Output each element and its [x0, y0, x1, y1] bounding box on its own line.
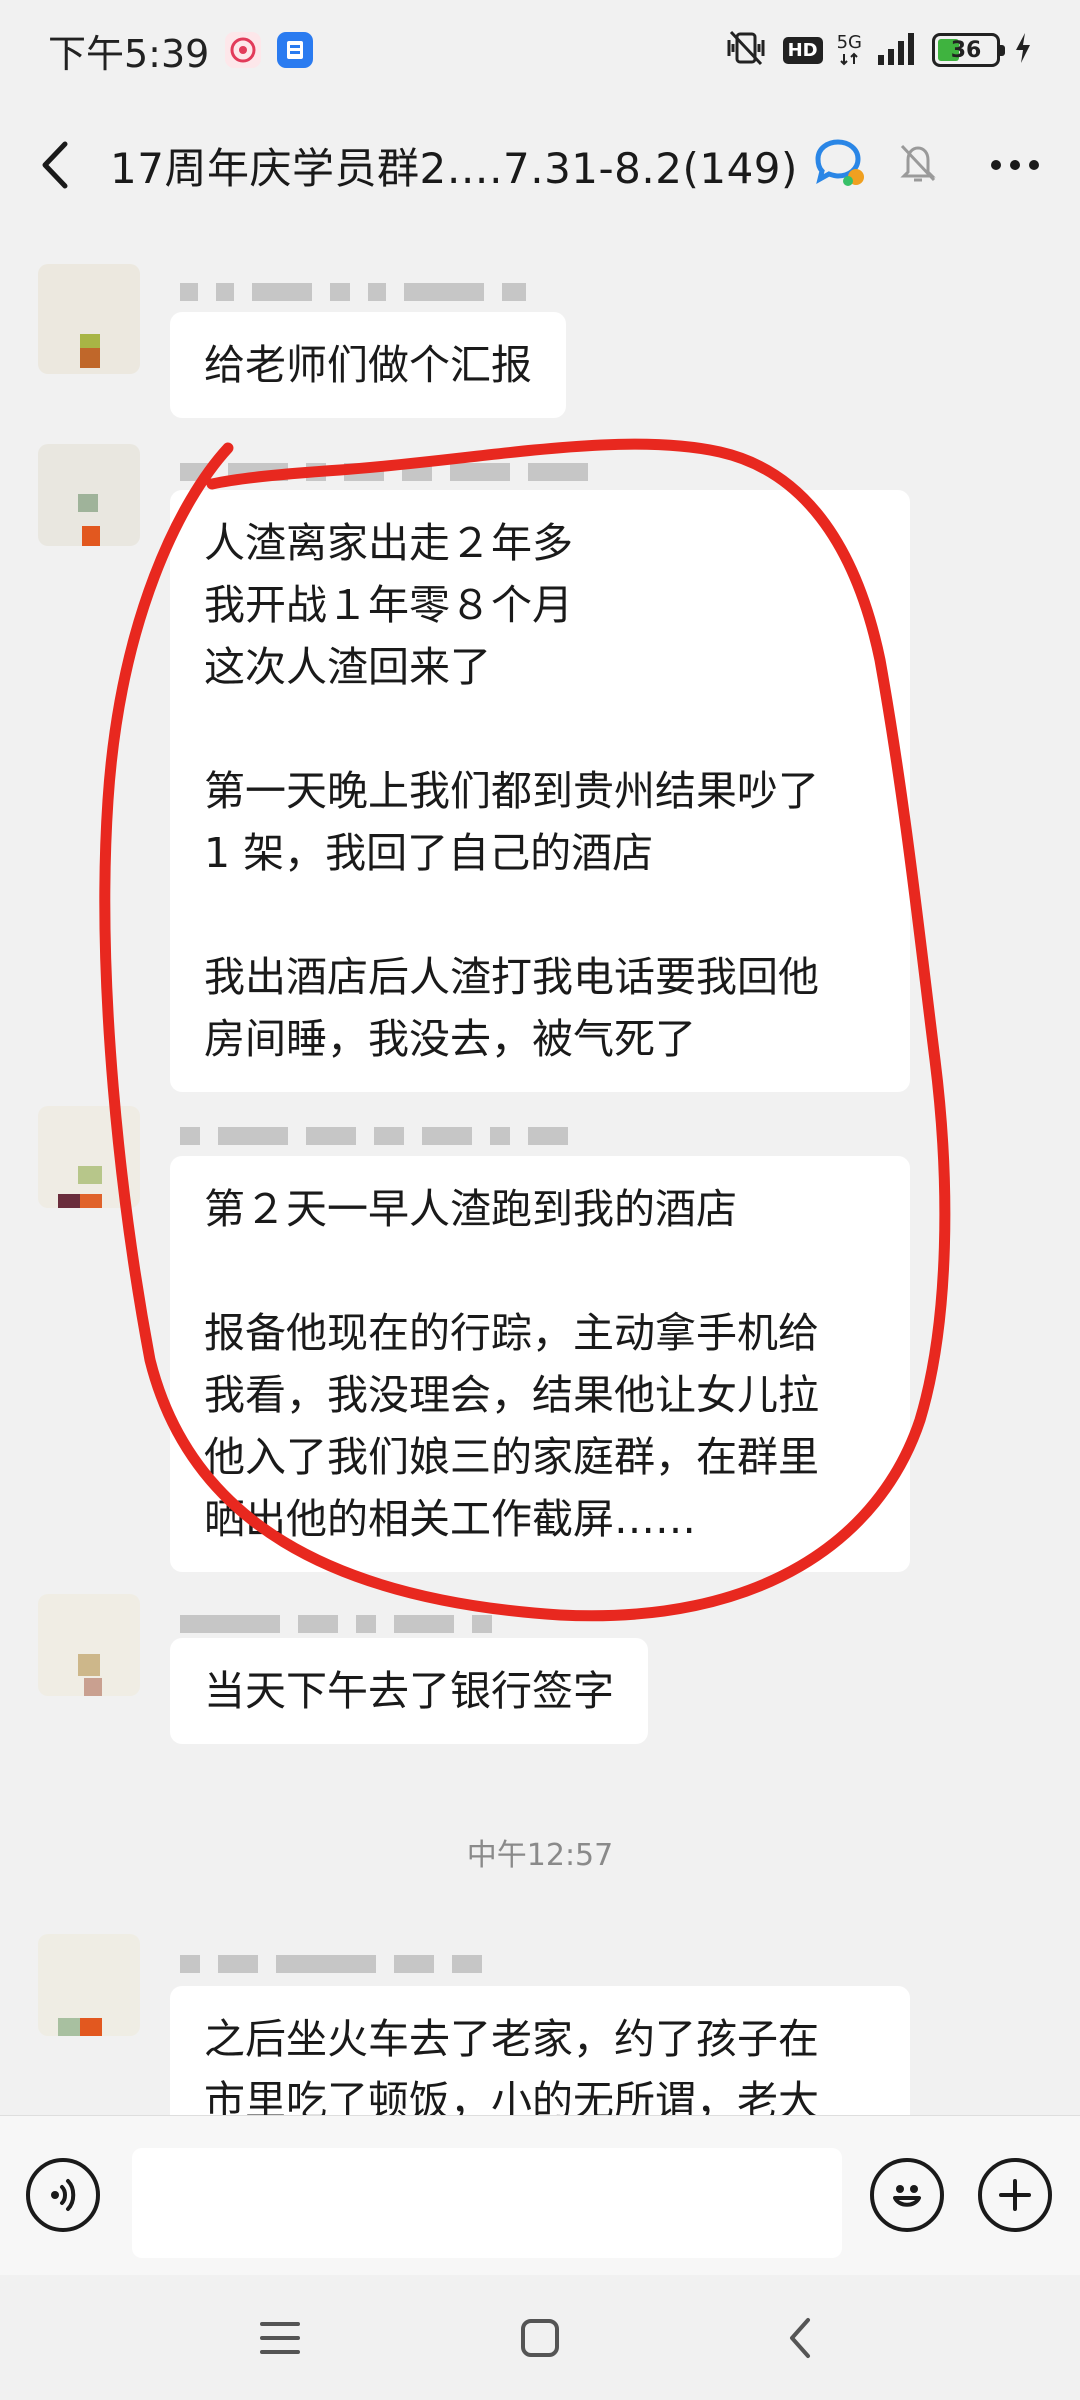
avatar[interactable] — [38, 1594, 140, 1696]
sender-name-pixelated — [180, 1952, 482, 1976]
chat-title[interactable]: 17周年庆学员群2….7.31-8.2(149) — [110, 135, 798, 196]
emoji-icon — [893, 2185, 921, 2207]
avatar[interactable] — [38, 444, 140, 546]
input-bar — [0, 2115, 1080, 2275]
emoji-button[interactable] — [870, 2158, 944, 2232]
back-button[interactable] — [0, 100, 110, 230]
chat-header: 17周年庆学员群2….7.31-8.2(149) — [0, 100, 1080, 230]
avatar[interactable] — [38, 264, 140, 374]
message-input[interactable] — [132, 2148, 842, 2258]
battery-indicator: 36 — [932, 33, 1005, 67]
app-notification-icon-2 — [277, 32, 314, 68]
signal-icon — [876, 31, 918, 69]
network-type: 5G — [837, 34, 862, 66]
more-dots-icon[interactable] — [990, 156, 1040, 175]
voice-button[interactable] — [26, 2158, 100, 2232]
status-time: 下午5:39 — [48, 31, 210, 76]
group-chat-icon — [812, 139, 868, 191]
add-icon — [999, 2179, 1031, 2211]
status-bar: 下午5:39 HD 5G 36 — [0, 0, 1080, 100]
nav-home-button[interactable] — [500, 2298, 580, 2378]
sender-name-pixelated — [180, 1124, 568, 1148]
message-bubble[interactable]: 给老师们做个汇报 — [170, 312, 566, 418]
app-notification-icon — [225, 32, 262, 68]
home-icon — [521, 2318, 559, 2357]
message-bubble[interactable]: 第２天一早人渣跑到我的酒店 报备他现在的行踪，主动拿手机给 我看，我没理会，结果… — [170, 1156, 910, 1572]
hd-badge: HD — [782, 36, 823, 64]
avatar[interactable] — [38, 1934, 140, 2036]
chevron-left-icon — [42, 141, 68, 189]
battery-level: 36 — [950, 37, 982, 63]
add-button[interactable] — [978, 2158, 1052, 2232]
voice-icon — [51, 2179, 76, 2211]
nav-menu-button[interactable] — [240, 2298, 320, 2378]
system-nav-bar — [0, 2275, 1080, 2400]
avatar[interactable] — [38, 1106, 140, 1208]
sender-name-pixelated — [180, 1612, 492, 1636]
back-icon — [790, 2317, 810, 2358]
sender-name-pixelated — [180, 460, 588, 484]
network-label: 5G — [836, 32, 862, 53]
bell-off-icon[interactable] — [898, 142, 938, 188]
message-bubble[interactable]: 人渣离家出走２年多 我开战１年零８个月 这次人渣回来了 第一天晚上我们都到贵州结… — [170, 490, 910, 1092]
vibrate-off-icon — [723, 28, 769, 72]
sender-name-pixelated — [180, 280, 526, 304]
time-divider: 中午12:57 — [466, 1838, 614, 1873]
message-bubble[interactable]: 当天下午去了银行签字 — [170, 1638, 648, 1744]
menu-icon — [260, 2321, 300, 2354]
charging-icon — [1014, 32, 1032, 68]
nav-back-button[interactable] — [760, 2298, 840, 2378]
